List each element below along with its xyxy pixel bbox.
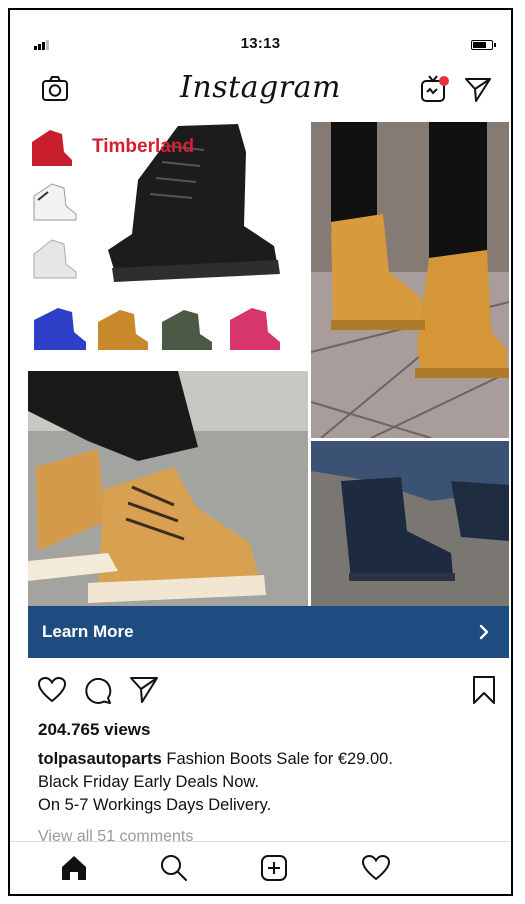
status-bar: 13:13	[10, 10, 511, 60]
navy-boots-image	[311, 441, 509, 606]
view-count: 204.765 views	[38, 720, 151, 739]
home-icon[interactable]	[58, 852, 90, 884]
post-caption: tolpasautoparts Fashion Boots Sale for €…	[38, 748, 508, 817]
bookmark-icon[interactable]	[468, 674, 500, 706]
igtv-icon[interactable]	[419, 73, 451, 105]
post-username[interactable]: tolpasautoparts	[38, 750, 162, 768]
bottom-nav	[10, 841, 511, 894]
phone-screen: 13:13 Instagram Timberland Learn More 20…	[8, 8, 513, 896]
chevron-right-icon	[475, 622, 493, 642]
post-actions	[10, 674, 511, 714]
learn-more-label: Learn More	[42, 622, 134, 641]
brand-overlay-text: Timberland	[92, 136, 195, 157]
app-header: Instagram	[10, 64, 511, 116]
status-time: 13:13	[240, 35, 281, 52]
battery-icon	[471, 40, 496, 50]
activity-heart-icon[interactable]	[360, 852, 392, 884]
product-lineup-image: Timberland	[28, 122, 308, 368]
direct-message-icon[interactable]	[463, 74, 493, 104]
caption-line-2: Black Friday Early Deals Now.	[38, 773, 259, 791]
hiking-boots-closeup-image	[28, 371, 308, 606]
post-image-collage[interactable]: Timberland	[28, 122, 509, 606]
caption-line-3: On 5-7 Workings Days Delivery.	[38, 796, 272, 814]
wheat-boots-floor-image	[311, 122, 509, 438]
heart-icon[interactable]	[36, 674, 68, 706]
search-icon[interactable]	[158, 852, 190, 884]
add-post-icon[interactable]	[258, 852, 290, 884]
learn-more-button[interactable]: Learn More	[28, 606, 509, 658]
caption-line-1: Fashion Boots Sale for €29.00.	[166, 750, 393, 768]
share-icon[interactable]	[128, 674, 160, 706]
comment-icon[interactable]	[82, 674, 114, 706]
